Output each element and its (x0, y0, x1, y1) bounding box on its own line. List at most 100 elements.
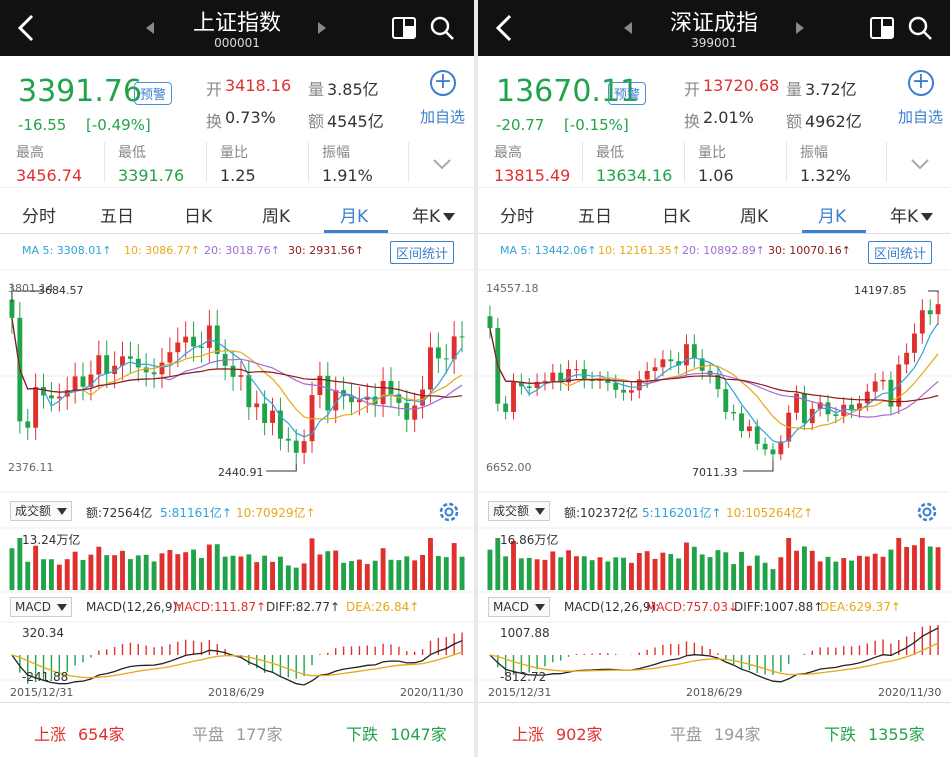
volume-bar (857, 555, 862, 590)
volume-bar (238, 556, 244, 590)
down-label: 下跌 (346, 725, 379, 744)
macd-value: MACD:757.03↓ (646, 600, 739, 614)
candle-body (629, 390, 634, 393)
gear-icon[interactable] (436, 499, 462, 525)
candle-body (191, 336, 197, 347)
volume-indicator-select[interactable]: 成交额 (488, 501, 551, 521)
volume-bar (762, 562, 768, 590)
macd-params: MACD(12,26,9): (564, 600, 660, 614)
candle-body (770, 449, 776, 455)
volume-bar (581, 556, 587, 590)
volume-bar (809, 550, 815, 590)
volume-bar (849, 560, 855, 590)
candle-body (199, 346, 204, 348)
volume-bar (293, 567, 299, 590)
up-count: 654家 (78, 725, 125, 744)
volume-bar (96, 546, 102, 590)
triangle-down-icon (57, 508, 68, 515)
candle-body (526, 386, 532, 388)
volume-bar (699, 554, 705, 590)
candle-body (159, 362, 165, 375)
volume-ma10: 10:105264亿↑ (726, 506, 814, 520)
candle-body (935, 304, 941, 315)
volume-bar (396, 560, 402, 590)
candle-body (183, 336, 189, 343)
dea-line (11, 651, 463, 679)
volume-bar (309, 538, 315, 590)
candle-body (127, 356, 133, 359)
macd-indicator-select[interactable]: MACD (10, 597, 72, 617)
candle-body (652, 367, 658, 371)
candle-body (511, 381, 516, 412)
candle-body (151, 372, 157, 375)
candle-body (404, 402, 410, 420)
candle-body (904, 352, 910, 365)
volume-bar (230, 555, 236, 590)
volume-bar (652, 558, 658, 590)
diff-value: DIFF:82.77↑ (266, 600, 341, 614)
volume-indicator-select[interactable]: 成交额 (10, 501, 73, 521)
volume-bar (206, 544, 212, 590)
diff-value: DIFF:1007.88↑ (734, 600, 824, 614)
volume-bar (487, 549, 493, 590)
candle-body (762, 443, 768, 450)
volume-bar (254, 562, 260, 590)
volume-bar (175, 554, 181, 590)
volume-bar (112, 555, 118, 590)
date-end: 2020/11/30 (400, 686, 464, 699)
volume-max-label: 16.86万亿 (500, 533, 559, 547)
candle-body (927, 310, 933, 315)
volume-bar (888, 549, 894, 590)
volume-bar (277, 556, 283, 590)
date-end: 2020/11/30 (878, 686, 942, 699)
volume-bar (104, 555, 110, 590)
date-start: 2015/12/31 (488, 686, 552, 699)
volume-bar (80, 559, 86, 590)
candle-body (864, 391, 870, 404)
up-count: 902家 (556, 725, 603, 744)
volume-bar (919, 538, 925, 590)
volume-bar (159, 553, 165, 590)
volume-bar (33, 545, 39, 590)
volume-indicator-label: 成交额 (15, 504, 52, 518)
volume-bar (183, 552, 189, 590)
volume-bar (503, 556, 509, 590)
chart-min-label: 2440.91 (218, 466, 264, 479)
candle-body (25, 421, 31, 428)
volume-bar (25, 561, 31, 590)
volume-max-label: 13.24万亿 (22, 533, 81, 547)
flat-label: 平盘 (192, 725, 225, 744)
volume-bar (715, 550, 721, 590)
volume-bar (341, 562, 347, 590)
volume-bar (817, 561, 823, 590)
volume-bar (435, 555, 441, 590)
ma30-line (11, 317, 463, 398)
diff-line (11, 640, 463, 686)
macd-indicator-select[interactable]: MACD (488, 597, 550, 617)
candle-body (912, 333, 917, 353)
candle-body (691, 344, 697, 359)
candle-body (833, 414, 839, 416)
candle-body (206, 325, 212, 348)
volume-bar (573, 556, 579, 590)
volume-bar (636, 552, 642, 590)
chart-max-label: 14197.85 (854, 284, 907, 297)
macd-top-label: 1007.88 (500, 626, 550, 640)
volume-bar (597, 557, 603, 590)
volume-bar (88, 554, 94, 590)
volume-bar (534, 559, 540, 590)
volume-bar (542, 559, 548, 590)
gear-icon[interactable] (914, 499, 940, 525)
candle-body (285, 438, 291, 441)
candle-body (270, 410, 275, 423)
volume-bar (301, 563, 307, 590)
chart-top-value: 14557.18 (486, 282, 539, 295)
chart-bottom-value: 2376.11 (8, 461, 54, 474)
date-mid: 2018/6/29 (208, 686, 265, 699)
volume-indicator-label: 成交额 (493, 504, 530, 518)
volume-bar (691, 546, 697, 590)
candle-body (246, 375, 252, 408)
volume-bar (731, 564, 737, 590)
candle-body (80, 376, 86, 387)
volume-bar (550, 551, 556, 590)
